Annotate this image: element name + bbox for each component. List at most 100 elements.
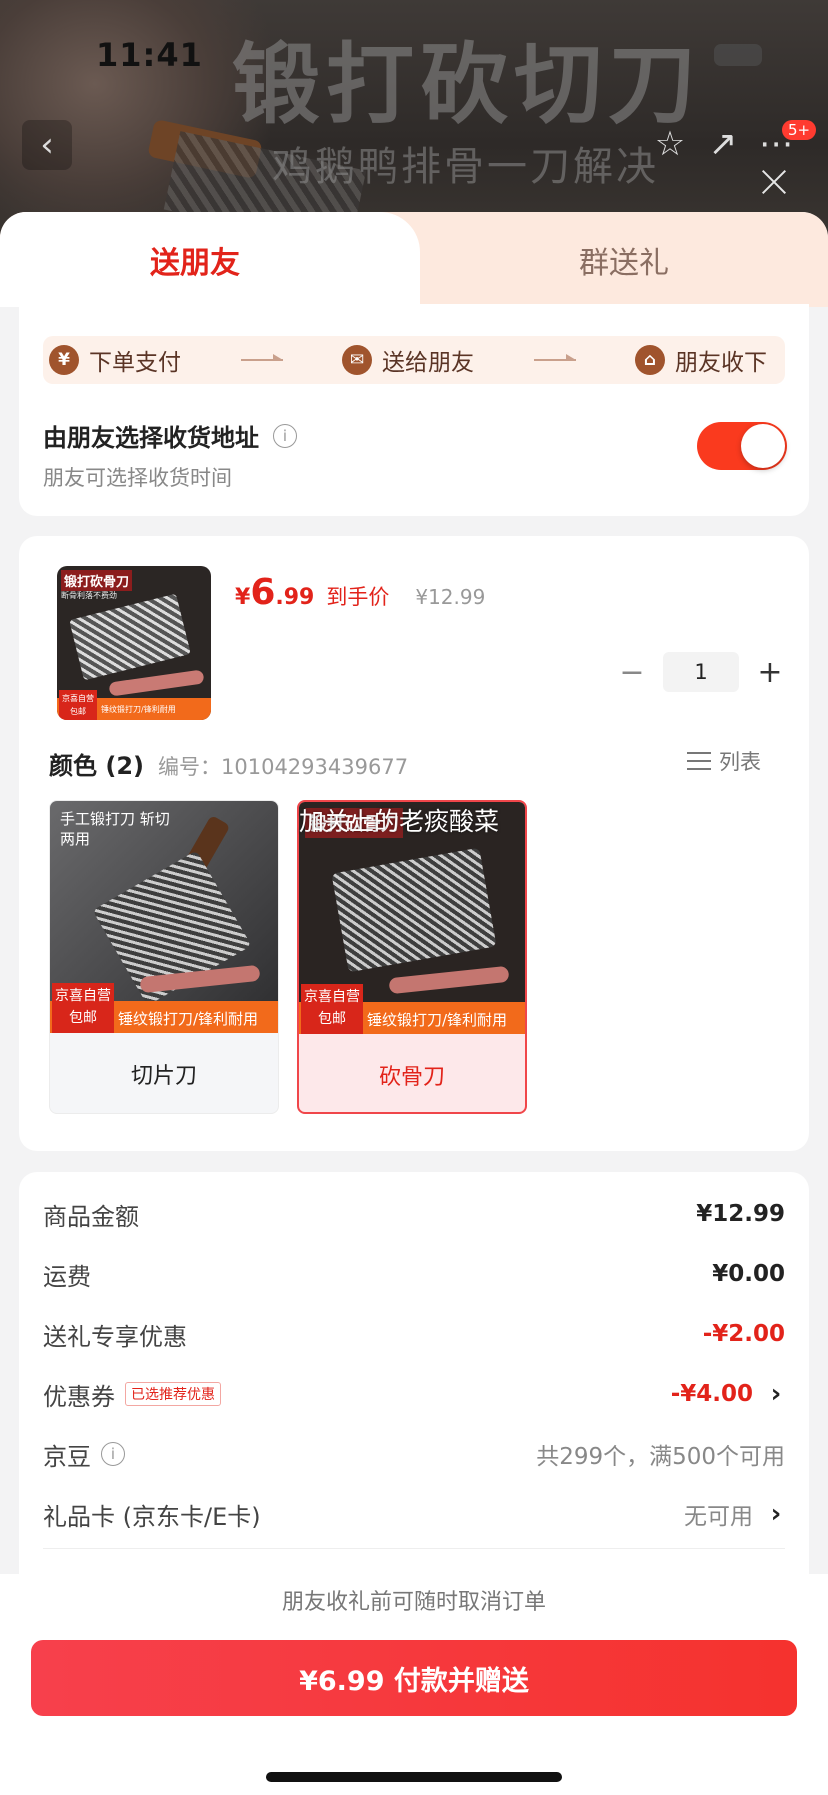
pay-and-gift-button[interactable]: ¥6.99 付款并赠送 [31, 1640, 797, 1716]
tag-line: 包邮 [318, 1011, 346, 1027]
fee-label: 礼品卡 (京东卡/E卡) [43, 1502, 261, 1531]
fee-row-jd-beans: 京豆 i 共299个，满500个可用 [43, 1434, 785, 1474]
variant-option-cleaver[interactable]: 锻打砍骨刀 锤纹锻打刀/锋利耐用 京喜自营 包邮 砍骨刀 [297, 800, 527, 1114]
variant-option-slicer[interactable]: 手工锻打刀 斩切两用 锤纹锻打刀/锋利耐用 京喜自营 包邮 切片刀 [49, 800, 279, 1114]
price-integer: 6 [250, 572, 276, 613]
cleaver-image [69, 593, 191, 681]
tab-group-gift[interactable]: 群送礼 [420, 212, 828, 307]
friend-address-toggle[interactable] [697, 422, 787, 470]
status-time: 11:41 [96, 36, 203, 74]
yen-icon: ¥ [49, 345, 79, 375]
original-price: ¥12.99 [415, 585, 486, 609]
current-price: ¥6.99 [235, 572, 314, 613]
chevron-left-icon: ‹ [40, 125, 54, 165]
meat-image [108, 669, 205, 697]
home-indicator[interactable] [266, 1772, 562, 1782]
wechat-icon: ✉ [342, 345, 372, 375]
product-id: 编号：10104293439677 [158, 755, 409, 779]
fee-row-shipping: 运费 ¥0.00 [43, 1254, 785, 1294]
price-label: 到手价 [326, 585, 390, 609]
favorite-button[interactable]: ☆ [650, 124, 690, 164]
divider [43, 1548, 785, 1549]
price-row: ¥6.99 到手价 ¥12.99 [235, 572, 485, 613]
fee-label-group: 京豆 i [43, 1437, 125, 1472]
quantity-stepper: − 1 + [619, 652, 783, 692]
list-label: 列表 [719, 750, 761, 774]
message-badge: 5+ [782, 120, 817, 140]
tag-line: 京喜自营 [55, 988, 111, 1004]
ad-title: 锻打砍切刀 [232, 33, 703, 136]
fee-row-goods: 商品金额 ¥12.99 [43, 1194, 785, 1234]
info-icon[interactable]: i [101, 1442, 125, 1466]
fee-row-coupon[interactable]: 优惠券 已选推荐优惠 -¥4.00 › [43, 1374, 785, 1414]
back-button[interactable]: ‹ [22, 120, 72, 170]
spec-title: 颜色 (2) [49, 752, 144, 780]
gift-steps: ¥ 下单支付 ✉ 送给朋友 ⌂ 朋友收下 [43, 336, 785, 384]
fee-value-group: 无可用 › [684, 1497, 785, 1531]
overlay-text: 加关上的老痰酸菜 [299, 807, 500, 836]
thumb-subtitle: 断骨利落不费劲 [61, 591, 117, 600]
increase-button[interactable]: + [757, 655, 783, 690]
fee-value: ¥0.00 [712, 1261, 785, 1287]
variant-image-title: 手工锻打刀 斩切两用 [60, 810, 170, 848]
decrease-button[interactable]: − [619, 655, 645, 690]
step-label: 朋友收下 [675, 350, 767, 376]
battery-icon [714, 44, 762, 66]
fee-value: 无可用 [684, 1504, 753, 1530]
price-decimal: .99 [275, 585, 315, 610]
variant-name: 砍骨刀 [378, 1065, 445, 1090]
fee-label: 京豆 [43, 1442, 91, 1471]
tab-send-friend[interactable]: 送朋友 [0, 212, 420, 307]
list-icon [687, 750, 711, 772]
status-icons [612, 44, 762, 66]
gift-sheet: 送朋友 群送礼 ¥ 下单支付 ✉ 送给朋友 ⌂ 朋友收下 由朋友选择收货地址 i… [0, 212, 828, 1795]
variant-image: 手工锻打刀 斩切两用 锤纹锻打刀/锋利耐用 京喜自营 包邮 [50, 801, 278, 1033]
knife-blade-image [331, 847, 497, 973]
tab-bar: 送朋友 群送礼 [0, 212, 828, 307]
address-option-label: 由朋友选择收货地址 [43, 424, 259, 452]
step-label: 送给朋友 [382, 350, 474, 376]
fee-value: -¥2.00 [702, 1321, 785, 1347]
meat-image [388, 965, 510, 995]
fee-label: 优惠券 [43, 1382, 115, 1411]
tag-line: 京喜自营 [304, 989, 360, 1005]
fee-value: -¥4.00 [670, 1381, 753, 1407]
fee-label-group: 优惠券 已选推荐优惠 [43, 1377, 221, 1412]
cancel-note: 朋友收礼前可随时取消订单 [281, 1590, 546, 1615]
arrow-right-icon [533, 354, 576, 361]
address-option-title: 由朋友选择收货地址 i [43, 418, 297, 453]
product-thumbnail[interactable]: 锻打砍骨刀 断骨利落不费劲 锤纹锻打刀/锋利耐用 京喜自营 包邮 [57, 566, 211, 720]
spec-header: 颜色 (2) 编号：10104293439677 [49, 746, 408, 781]
price-symbol: ¥ [235, 585, 251, 610]
thumb-title: 锻打砍骨刀 [61, 570, 133, 591]
fee-label: 运费 [43, 1262, 91, 1291]
step-send: ✉ 送给朋友 [342, 343, 474, 377]
arrow-right-icon [240, 354, 283, 361]
variant-tag: 京喜自营 包邮 [301, 984, 363, 1034]
chevron-right-icon: › [770, 1379, 782, 1409]
step-pay: ¥ 下单支付 [49, 343, 181, 377]
fee-card: 商品金额 ¥12.99 运费 ¥0.00 送礼专享优惠 -¥2.00 优惠券 已… [19, 1172, 809, 1592]
fee-row-gift-card[interactable]: 礼品卡 (京东卡/E卡) 无可用 › [43, 1494, 785, 1534]
fee-label: 送礼专享优惠 [43, 1322, 187, 1351]
bottom-bar: 朋友收礼前可随时取消订单 ¥6.99 付款并赠送 [0, 1574, 828, 1795]
fee-value-group: -¥4.00 › [671, 1379, 785, 1409]
ad-subtitle: 鸡鹅鸭排骨一刀解决 [272, 144, 659, 190]
fee-value: ¥12.99 [696, 1201, 785, 1227]
fee-label: 商品金额 [43, 1202, 139, 1231]
step-label: 下单支付 [89, 350, 181, 376]
address-option-subtitle: 朋友可选择收货时间 [43, 466, 232, 490]
product-card: 锻打砍骨刀 断骨利落不费劲 锤纹锻打刀/锋利耐用 京喜自营 包邮 ¥6.99 到… [19, 536, 809, 1151]
gift-icon: ⌂ [635, 345, 665, 375]
recommended-tag: 已选推荐优惠 [125, 1382, 221, 1406]
variant-tag: 京喜自营 包邮 [52, 983, 114, 1033]
tag-line: 包邮 [69, 1010, 97, 1026]
gift-flow-card: ¥ 下单支付 ✉ 送给朋友 ⌂ 朋友收下 由朋友选择收货地址 i 朋友可选择收货… [19, 304, 809, 516]
fee-value: 共299个，满500个可用 [536, 1444, 785, 1470]
info-icon[interactable]: i [273, 423, 297, 448]
list-view-button[interactable]: 列表 [687, 746, 761, 776]
thumb-tag: 京喜自营 包邮 [59, 690, 97, 720]
share-button[interactable]: ↗ [703, 124, 743, 164]
close-icon[interactable] [758, 166, 790, 198]
quantity-input[interactable]: 1 [663, 652, 739, 692]
